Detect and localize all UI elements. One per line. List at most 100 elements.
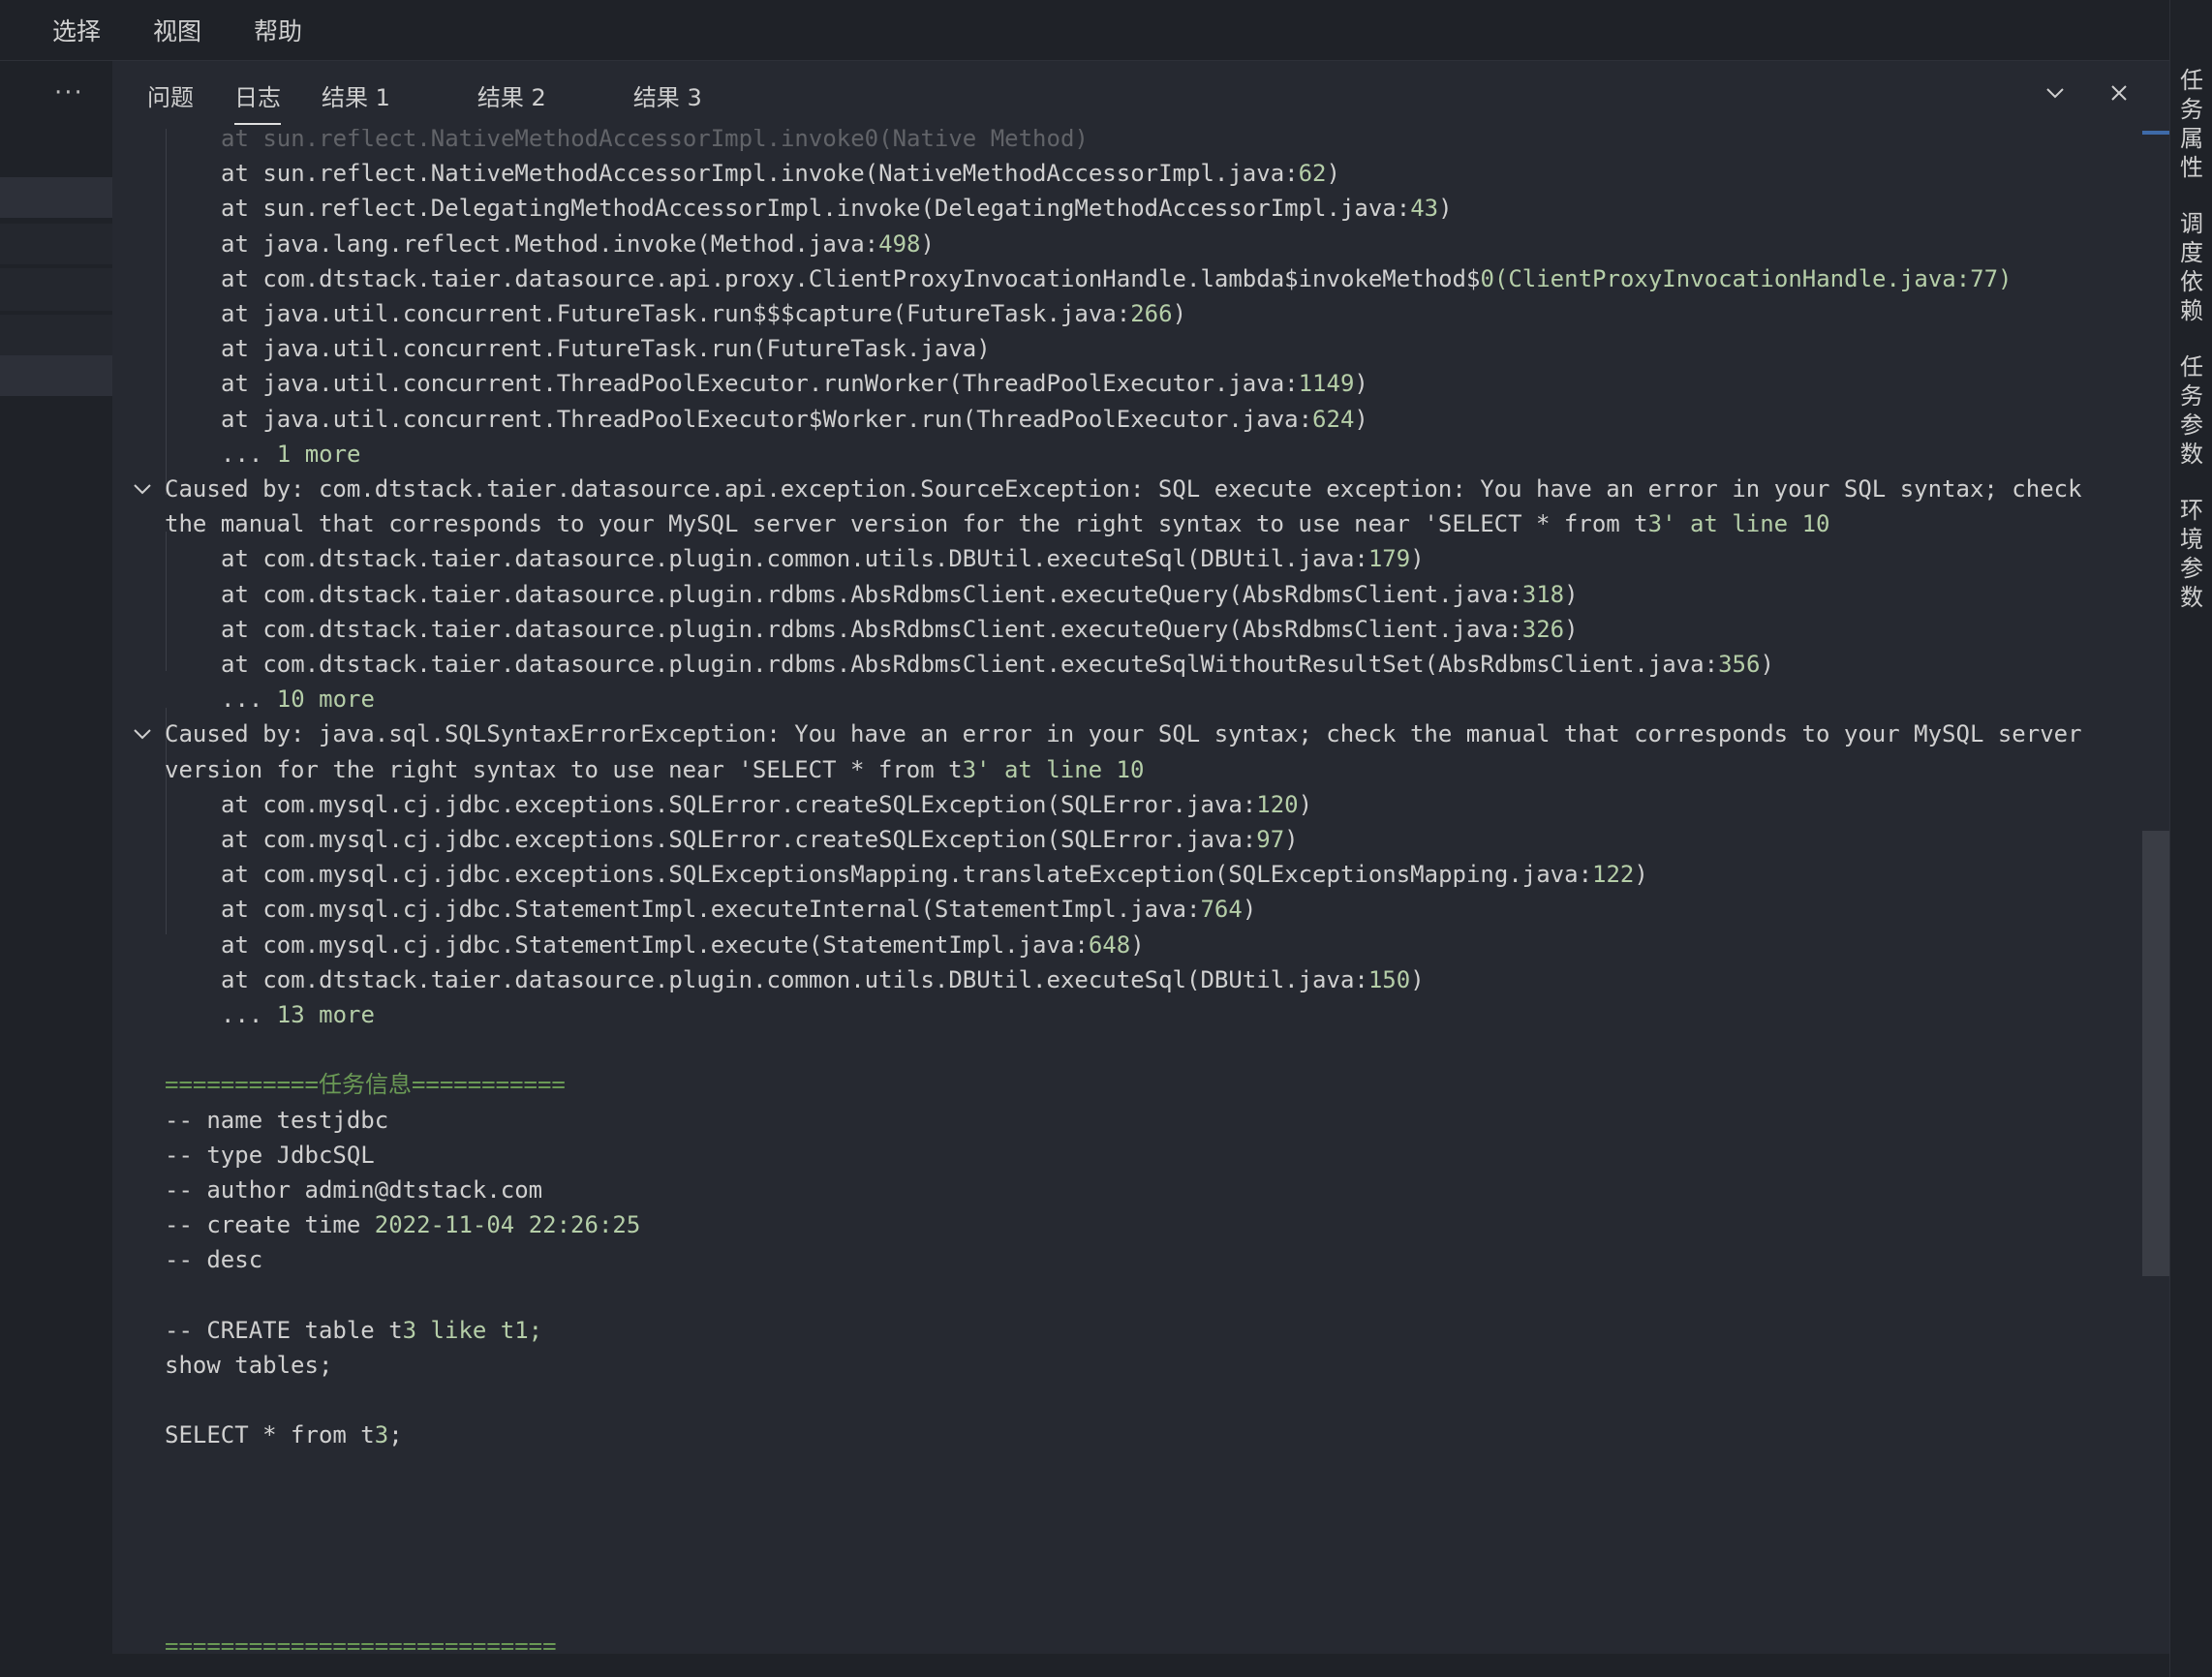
- tab-task-properties[interactable]: 任务属性: [2180, 66, 2205, 182]
- log-line: -- CREATE table t3 like t1;: [165, 1313, 542, 1348]
- log-number: 150: [1367, 965, 1411, 993]
- log-text: at java.util.concurrent.ThreadPoolExecut…: [221, 370, 1299, 398]
- log-text: -- name testjdbc: [165, 1106, 389, 1134]
- log-output[interactable]: at sun.reflect.NativeMethodAccessorImpl.…: [112, 129, 2136, 1654]
- log-text: ): [1564, 580, 1579, 608]
- log-text: the manual that corresponds to your MySQ…: [165, 510, 1648, 538]
- tab-result-1[interactable]: 结果 1: [322, 61, 390, 129]
- log-line: at sun.reflect.NativeMethodAccessorImpl.…: [221, 156, 1340, 191]
- close-icon[interactable]: [2107, 79, 2131, 111]
- sidebar-row[interactable]: [0, 224, 112, 264]
- log-number: 624: [1312, 405, 1355, 433]
- log-number: 318: [1521, 580, 1565, 608]
- log-text: ): [1298, 790, 1313, 818]
- output-panel: 问题 日志 结果 1 结果 2 结果 3 at sun.reflect.Nati…: [112, 61, 2169, 1654]
- log-number: 43: [1410, 195, 1439, 223]
- log-number: 62: [1298, 160, 1327, 188]
- log-text: ): [1242, 896, 1257, 924]
- log-number: 120: [1256, 790, 1299, 818]
- log-line: at com.mysql.cj.jdbc.StatementImpl.execu…: [221, 928, 1145, 962]
- log-text: -- CREATE table t: [165, 1316, 403, 1344]
- log-number: 3' at line 10: [962, 755, 1145, 783]
- log-line: at sun.reflect.DelegatingMethodAccessorI…: [221, 191, 1453, 226]
- log-text: at com.mysql.cj.jdbc.exceptions.SQLError…: [221, 790, 1257, 818]
- chevron-down-icon[interactable]: [2043, 79, 2067, 111]
- log-number: 356: [1718, 651, 1761, 678]
- log-line: version for the right syntax to use near…: [165, 752, 1144, 787]
- log-line: at java.util.concurrent.FutureTask.run$$…: [221, 296, 1186, 331]
- tab-problems[interactable]: 问题: [147, 61, 194, 129]
- tab-environment-parameters[interactable]: 环境参数: [2180, 496, 2205, 612]
- log-line: at java.util.concurrent.FutureTask.run(F…: [221, 331, 991, 366]
- log-line: ... 1 more: [221, 437, 361, 472]
- log-number: 1 more: [276, 440, 361, 468]
- tab-log[interactable]: 日志: [234, 61, 281, 129]
- log-line: at java.lang.reflect.Method.invoke(Metho…: [221, 227, 935, 261]
- chevron-down-icon[interactable]: [132, 478, 153, 500]
- log-text: ): [1410, 545, 1425, 573]
- log-text: ): [1284, 826, 1299, 853]
- tab-schedule-dependency[interactable]: 调度依赖: [2180, 209, 2205, 325]
- log-number: 2022-11-04 22:26:25: [374, 1211, 641, 1239]
- tab-result-3[interactable]: 结果 3: [633, 61, 702, 129]
- scroll-position-marker: [2142, 131, 2169, 135]
- log-text: Caused by: com.dtstack.taier.datasource.…: [165, 475, 2082, 503]
- indent-guide: [166, 532, 167, 671]
- log-text: at java.util.concurrent.ThreadPoolExecut…: [221, 405, 1313, 433]
- log-line: ... 13 more: [221, 997, 375, 1032]
- log-text: at sun.reflect.NativeMethodAccessorImpl.…: [221, 160, 1299, 188]
- log-text: ): [1564, 615, 1579, 643]
- sidebar-row[interactable]: [0, 315, 112, 355]
- tab-result-2[interactable]: 结果 2: [477, 61, 546, 129]
- indent-guide: [166, 129, 167, 495]
- more-icon[interactable]: ···: [54, 78, 84, 107]
- log-line: at java.util.concurrent.ThreadPoolExecut…: [221, 402, 1368, 437]
- log-line: at com.mysql.cj.jdbc.exceptions.SQLExcep…: [221, 857, 1648, 892]
- log-text: at com.dtstack.taier.datasource.plugin.r…: [221, 580, 1522, 608]
- log-text: at com.mysql.cj.jdbc.exceptions.SQLError…: [221, 826, 1257, 853]
- log-line: at com.dtstack.taier.datasource.plugin.r…: [221, 647, 1774, 682]
- log-line: -- author admin@dtstack.com: [165, 1173, 542, 1207]
- log-text: at java.util.concurrent.FutureTask.run$$…: [221, 300, 1131, 327]
- sidebar-row[interactable]: [0, 177, 112, 218]
- log-text: at com.mysql.cj.jdbc.StatementImpl.execu…: [221, 930, 1089, 959]
- log-number: 648: [1088, 930, 1131, 959]
- log-number: 97: [1256, 826, 1285, 853]
- log-number: 3 like t1;: [402, 1316, 543, 1344]
- scrollbar-thumb[interactable]: [2142, 831, 2169, 1276]
- panel-tabs: 问题 日志 结果 1 结果 2 结果 3: [112, 61, 2169, 129]
- log-text: ): [1410, 965, 1425, 993]
- sidebar-row[interactable]: [0, 355, 112, 396]
- panel-actions: [2003, 61, 2131, 129]
- log-text: ===========任务信息===========: [165, 1071, 566, 1099]
- log-number: 13 more: [276, 1001, 375, 1028]
- log-line: SELECT * from t3;: [165, 1418, 403, 1452]
- menu-help[interactable]: 帮助: [254, 13, 302, 47]
- sidebar-row[interactable]: [0, 268, 112, 311]
- log-line: at com.dtstack.taier.datasource.api.prox…: [221, 261, 2012, 296]
- log-text: ============================: [165, 1631, 557, 1654]
- log-text: ;: [388, 1421, 403, 1449]
- log-line: Caused by: com.dtstack.taier.datasource.…: [165, 472, 2082, 506]
- log-line: -- desc: [165, 1242, 262, 1277]
- log-text: ): [1354, 405, 1368, 433]
- log-text: at com.dtstack.taier.datasource.plugin.c…: [221, 545, 1368, 573]
- log-text: -- desc: [165, 1246, 263, 1274]
- log-line: at com.dtstack.taier.datasource.plugin.c…: [221, 962, 1425, 997]
- log-text: ...: [221, 1001, 277, 1028]
- log-text: ...: [221, 686, 277, 714]
- log-line: at com.dtstack.taier.datasource.plugin.c…: [221, 541, 1425, 576]
- log-number: 3: [374, 1421, 389, 1449]
- menu-view[interactable]: 视图: [153, 13, 201, 47]
- menu-select[interactable]: 选择: [52, 13, 101, 47]
- log-line: ===========任务信息===========: [165, 1067, 566, 1102]
- tab-task-parameters[interactable]: 任务参数: [2180, 352, 2205, 469]
- log-number: 10 more: [276, 686, 375, 714]
- log-line: at com.mysql.cj.jdbc.exceptions.SQLError…: [221, 787, 1312, 822]
- chevron-down-icon[interactable]: [132, 723, 153, 745]
- menu-bar: 选择 视图 帮助: [0, 0, 2169, 61]
- log-line: ============================: [165, 1629, 557, 1654]
- log-line: -- create time 2022-11-04 22:26:25: [165, 1207, 640, 1242]
- log-line: at com.mysql.cj.jdbc.exceptions.SQLError…: [221, 822, 1299, 857]
- log-number: 266: [1130, 300, 1173, 327]
